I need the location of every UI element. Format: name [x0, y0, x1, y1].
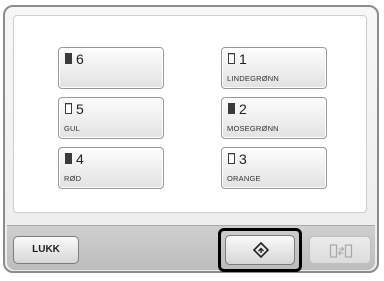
spool-icon: [65, 153, 72, 164]
spool-number: 1: [239, 51, 247, 67]
spool-icon: [65, 103, 72, 114]
diamond-optimize-icon: [253, 242, 269, 258]
spool-button-5[interactable]: 5 GUL: [58, 97, 164, 139]
spool-icon: [228, 153, 235, 164]
spool-number: 6: [76, 51, 84, 67]
spool-color-name: RØD: [64, 174, 82, 183]
close-button[interactable]: LUKK: [13, 236, 79, 264]
spool-icon: [65, 53, 72, 64]
spool-icon: [228, 53, 235, 64]
spool-number: 5: [76, 101, 84, 117]
swap-spool-button[interactable]: [309, 236, 371, 264]
spool-color-name: ORANGE: [227, 174, 261, 183]
spool-button-1[interactable]: 1 LINDEGRØNN: [221, 47, 327, 89]
spool-button-3[interactable]: 3 ORANGE: [221, 147, 327, 189]
optimize-order-button[interactable]: [225, 235, 295, 265]
spool-button-4[interactable]: 4 RØD: [58, 147, 164, 189]
spool-number: 3: [239, 151, 247, 167]
spool-color-name: MOSEGRØNN: [227, 124, 279, 133]
spool-number: 2: [239, 101, 247, 117]
spool-button-6[interactable]: 6: [58, 47, 164, 89]
spool-icon: [228, 103, 235, 114]
spool-button-2[interactable]: 2 MOSEGRØNN: [221, 97, 327, 139]
thread-spool-screen: 6 1 LINDEGRØNN 5 GUL 2 MOSEGRØNN 4 RØD 3…: [0, 0, 384, 281]
spool-color-name: GUL: [64, 124, 81, 133]
spool-color-name: LINDEGRØNN: [227, 74, 280, 83]
spool-number: 4: [76, 151, 84, 167]
spool-swap-icon: [329, 244, 353, 258]
